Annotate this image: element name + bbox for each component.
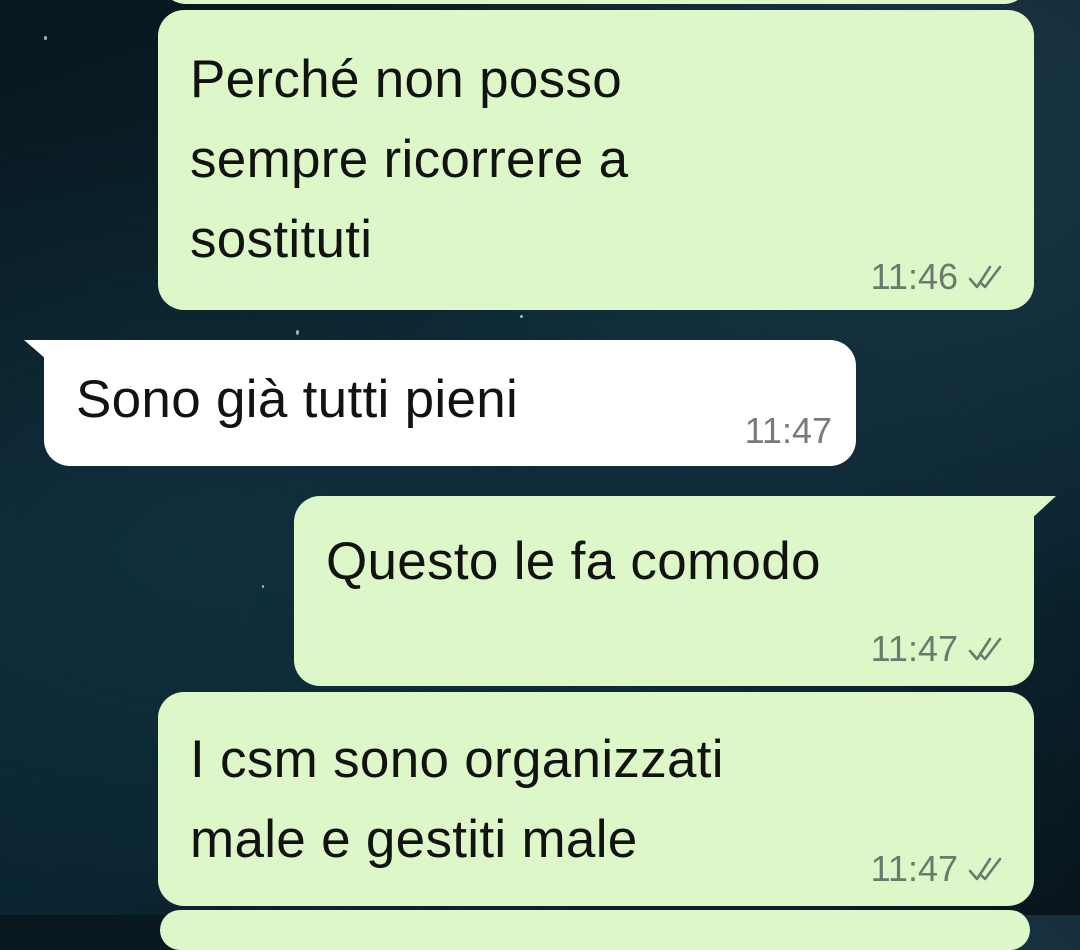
message-line: Sono già tutti pieni <box>76 370 519 429</box>
message-text: Questo le fa comodo <box>326 522 821 602</box>
double-check-icon <box>968 637 1002 661</box>
message-line: Perché non posso <box>190 50 623 109</box>
message-time: 11:47 <box>870 848 958 889</box>
message-bubble-incoming[interactable]: Sono già tutti pieni 11:47 <box>44 340 856 466</box>
message-meta: 11:47 <box>745 410 832 452</box>
message-line: Questo le fa comodo <box>326 532 821 591</box>
message-text: I csm sono organizzati male e gestiti ma… <box>190 720 724 880</box>
background-star <box>44 36 47 40</box>
message-time: 11:46 <box>870 256 958 297</box>
previous-message-bubble-edge <box>160 0 1030 4</box>
message-time: 11:47 <box>744 410 832 451</box>
message-line: sempre ricorrere a <box>190 130 629 189</box>
next-message-bubble-edge <box>160 910 1030 950</box>
background-star <box>262 585 264 588</box>
message-meta: 11:47 <box>871 848 1006 890</box>
message-meta: 11:46 <box>871 256 1006 298</box>
message-bubble-outgoing[interactable]: Questo le fa comodo 11:47 <box>294 496 1034 686</box>
message-bubble-outgoing[interactable]: I csm sono organizzati male e gestiti ma… <box>158 692 1034 906</box>
double-check-icon <box>968 265 1002 289</box>
message-meta: 11:47 <box>871 628 1006 670</box>
message-line: I csm sono organizzati <box>190 730 724 789</box>
message-line: sostituti <box>190 210 373 269</box>
message-line: male e gestiti male <box>190 810 638 869</box>
message-text: Perché non posso sempre ricorrere a sost… <box>190 40 628 280</box>
double-check-icon <box>968 857 1002 881</box>
message-text: Sono già tutti pieni <box>76 360 518 440</box>
background-star <box>296 330 299 335</box>
message-time: 11:47 <box>870 628 958 669</box>
background-star <box>520 315 523 318</box>
message-bubble-outgoing[interactable]: Perché non posso sempre ricorrere a sost… <box>158 10 1034 310</box>
